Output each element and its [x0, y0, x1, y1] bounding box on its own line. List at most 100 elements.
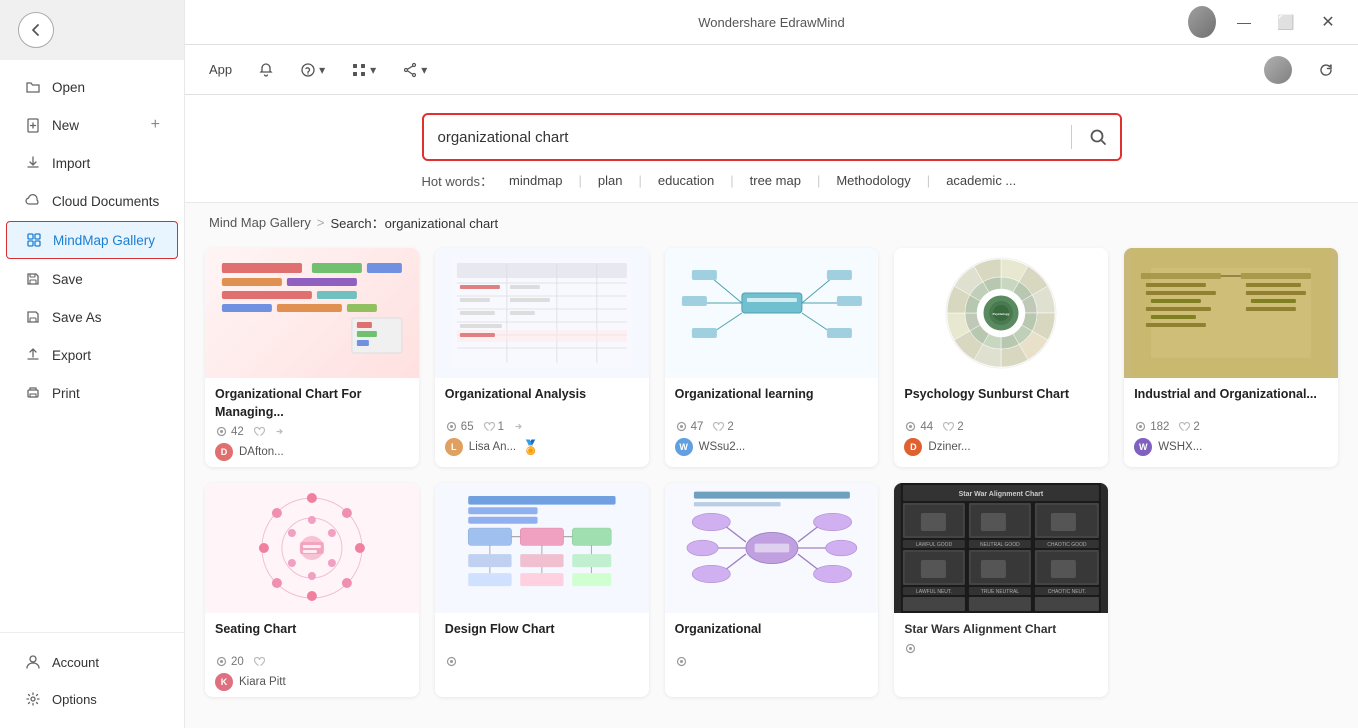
svg-text:LAWFUL GOOD: LAWFUL GOOD	[916, 542, 953, 548]
plus-icon: +	[151, 116, 160, 134]
card-title-4: Psychology Sunburst Chart	[904, 386, 1098, 416]
sidebar-item-export[interactable]: Export	[6, 337, 178, 373]
import-icon	[24, 154, 42, 172]
card-seating-chart[interactable]: Seating Chart 20 K Kiara Pitt	[205, 483, 419, 697]
svg-text:NEUTRAL GOOD: NEUTRAL GOOD	[980, 542, 1020, 548]
svg-text:Psychology: Psychology	[993, 312, 1010, 316]
search-divider	[1071, 125, 1072, 149]
sidebar-item-import[interactable]: Import	[6, 145, 178, 181]
maximize-button[interactable]: ⬜	[1272, 8, 1300, 36]
search-icon	[1089, 128, 1107, 146]
back-button[interactable]	[18, 12, 54, 48]
hot-word-treemap[interactable]: tree map	[742, 171, 809, 190]
card-stats-1: 42	[215, 425, 409, 438]
close-button[interactable]: ✕	[1314, 8, 1342, 36]
card-title-3: Organizational learning	[675, 386, 869, 416]
user-profile-button[interactable]	[1258, 52, 1298, 88]
card-author-4: D Dziner...	[904, 438, 1098, 456]
notification-button[interactable]	[252, 58, 280, 82]
app-toolbar-item[interactable]: App	[203, 58, 238, 81]
card-stats-4: 44 2	[904, 420, 1098, 433]
like-icon-1	[252, 425, 265, 438]
card-psychology-sunburst[interactable]: Psychology Psychology Sunburst Chart 44	[894, 248, 1108, 467]
svg-text:CHAOTIC NEUT.: CHAOTIC NEUT.	[1048, 589, 1086, 595]
card-body-8: Organizational	[665, 613, 879, 679]
author-avatar-5: W	[1134, 438, 1152, 456]
hot-word-methodology[interactable]: Methodology	[828, 171, 918, 190]
sidebar-item-mindmap-gallery[interactable]: MindMap Gallery	[6, 221, 178, 259]
sidebar-item-cloud[interactable]: Cloud Documents	[6, 183, 178, 219]
card-author-1: D DAfton...	[215, 443, 409, 461]
apps-dropdown-arrow: ▾	[370, 63, 376, 77]
author-avatar-2: L	[445, 438, 463, 456]
header-toolbar: App ▾ ▾ ▾	[185, 45, 1358, 95]
apps-icon	[351, 62, 367, 78]
author-avatar-1: D	[215, 443, 233, 461]
help-button[interactable]: ▾	[294, 58, 331, 82]
card-stats-9	[904, 642, 1098, 655]
card-thumbnail-7	[435, 483, 649, 613]
minimize-button[interactable]: —	[1230, 8, 1258, 36]
search-button[interactable]	[1076, 115, 1120, 159]
card-title-8: Organizational	[675, 621, 869, 651]
app-label: App	[209, 62, 232, 77]
main-content: Wondershare EdrawMind — ⬜ ✕ App ▾ ▾ ▾	[185, 0, 1358, 728]
hot-word-mindmap[interactable]: mindmap	[501, 171, 570, 190]
share-icon	[402, 62, 418, 78]
card-body-9: Star Wars Alignment Chart	[894, 613, 1108, 666]
sidebar-item-save-as[interactable]: Save As	[6, 299, 178, 335]
card-industrial-org[interactable]: Industrial and Organizational... 182 2 W	[1124, 248, 1338, 467]
card-design-flow[interactable]: Design Flow Chart	[435, 483, 649, 697]
hot-word-academic[interactable]: academic ...	[938, 171, 1024, 190]
apps-button[interactable]: ▾	[345, 58, 382, 82]
card-stats-3: 47 2	[675, 420, 869, 433]
svg-text:Star War Alignment Chart: Star War Alignment Chart	[959, 491, 1044, 498]
save-icon	[24, 270, 42, 288]
sidebar: Open New + Import Cloud Documents	[0, 0, 185, 728]
sidebar-item-open[interactable]: Open	[6, 69, 178, 105]
card-org-analysis[interactable]: Organizational Analysis 65 1	[435, 248, 649, 467]
search-box	[422, 113, 1122, 161]
question-icon	[300, 62, 316, 78]
sidebar-bottom: Account Options	[0, 632, 184, 728]
refresh-button[interactable]	[1312, 58, 1340, 82]
breadcrumb: Mind Map Gallery > Search：organizational…	[185, 203, 1358, 238]
card-thumbnail-4: Psychology	[894, 248, 1108, 378]
hot-word-plan[interactable]: plan	[590, 171, 631, 190]
card-org-chart-managing[interactable]: Organizational Chart For Managing... 42	[205, 248, 419, 467]
refresh-icon	[1318, 62, 1334, 78]
sidebar-item-save[interactable]: Save	[6, 261, 178, 297]
breadcrumb-root[interactable]: Mind Map Gallery	[209, 215, 311, 230]
card-title-6: Seating Chart	[215, 621, 409, 651]
sidebar-item-print[interactable]: Print	[6, 375, 178, 411]
card-body-5: Industrial and Organizational... 182 2 W	[1124, 378, 1338, 462]
card-stats-2: 65 1	[445, 420, 639, 433]
hot-word-education[interactable]: education	[650, 171, 722, 190]
card-thumbnail-1	[205, 248, 419, 378]
profile-avatar	[1264, 56, 1292, 84]
share-button[interactable]: ▾	[396, 58, 433, 82]
sidebar-item-options[interactable]: Options	[6, 681, 178, 717]
sidebar-item-account[interactable]: Account	[6, 644, 178, 680]
breadcrumb-current: Search：organizational chart	[330, 213, 498, 232]
search-input[interactable]	[424, 119, 1067, 156]
card-star-wars[interactable]: Star War Alignment Chart LAWFUL GOOD	[894, 483, 1108, 697]
app-title: Wondershare EdrawMind	[698, 15, 844, 30]
card-title-7: Design Flow Chart	[445, 621, 639, 651]
gallery-area: Organizational Chart For Managing... 42	[185, 238, 1358, 728]
export-icon	[24, 346, 42, 364]
card-author-2: L Lisa An... 🏅	[445, 438, 639, 456]
sunburst-svg: Psychology	[894, 248, 1108, 378]
sidebar-item-new[interactable]: New +	[6, 107, 178, 143]
hot-words-label: Hot words：	[422, 171, 494, 190]
card-author-6: K Kiara Pitt	[215, 673, 409, 691]
gold-badge: 🏅	[522, 439, 539, 456]
views-stat-1: 42	[215, 425, 244, 438]
card-body-1: Organizational Chart For Managing... 42	[205, 378, 419, 467]
cloud-icon	[24, 192, 42, 210]
card-org-bottom[interactable]: Organizational	[665, 483, 879, 697]
share-stat-1	[273, 425, 286, 438]
card-org-learning[interactable]: Organizational learning 47 2 W WS	[665, 248, 879, 467]
card-author-3: W WSsu2...	[675, 438, 869, 456]
avatar-button[interactable]	[1188, 8, 1216, 36]
